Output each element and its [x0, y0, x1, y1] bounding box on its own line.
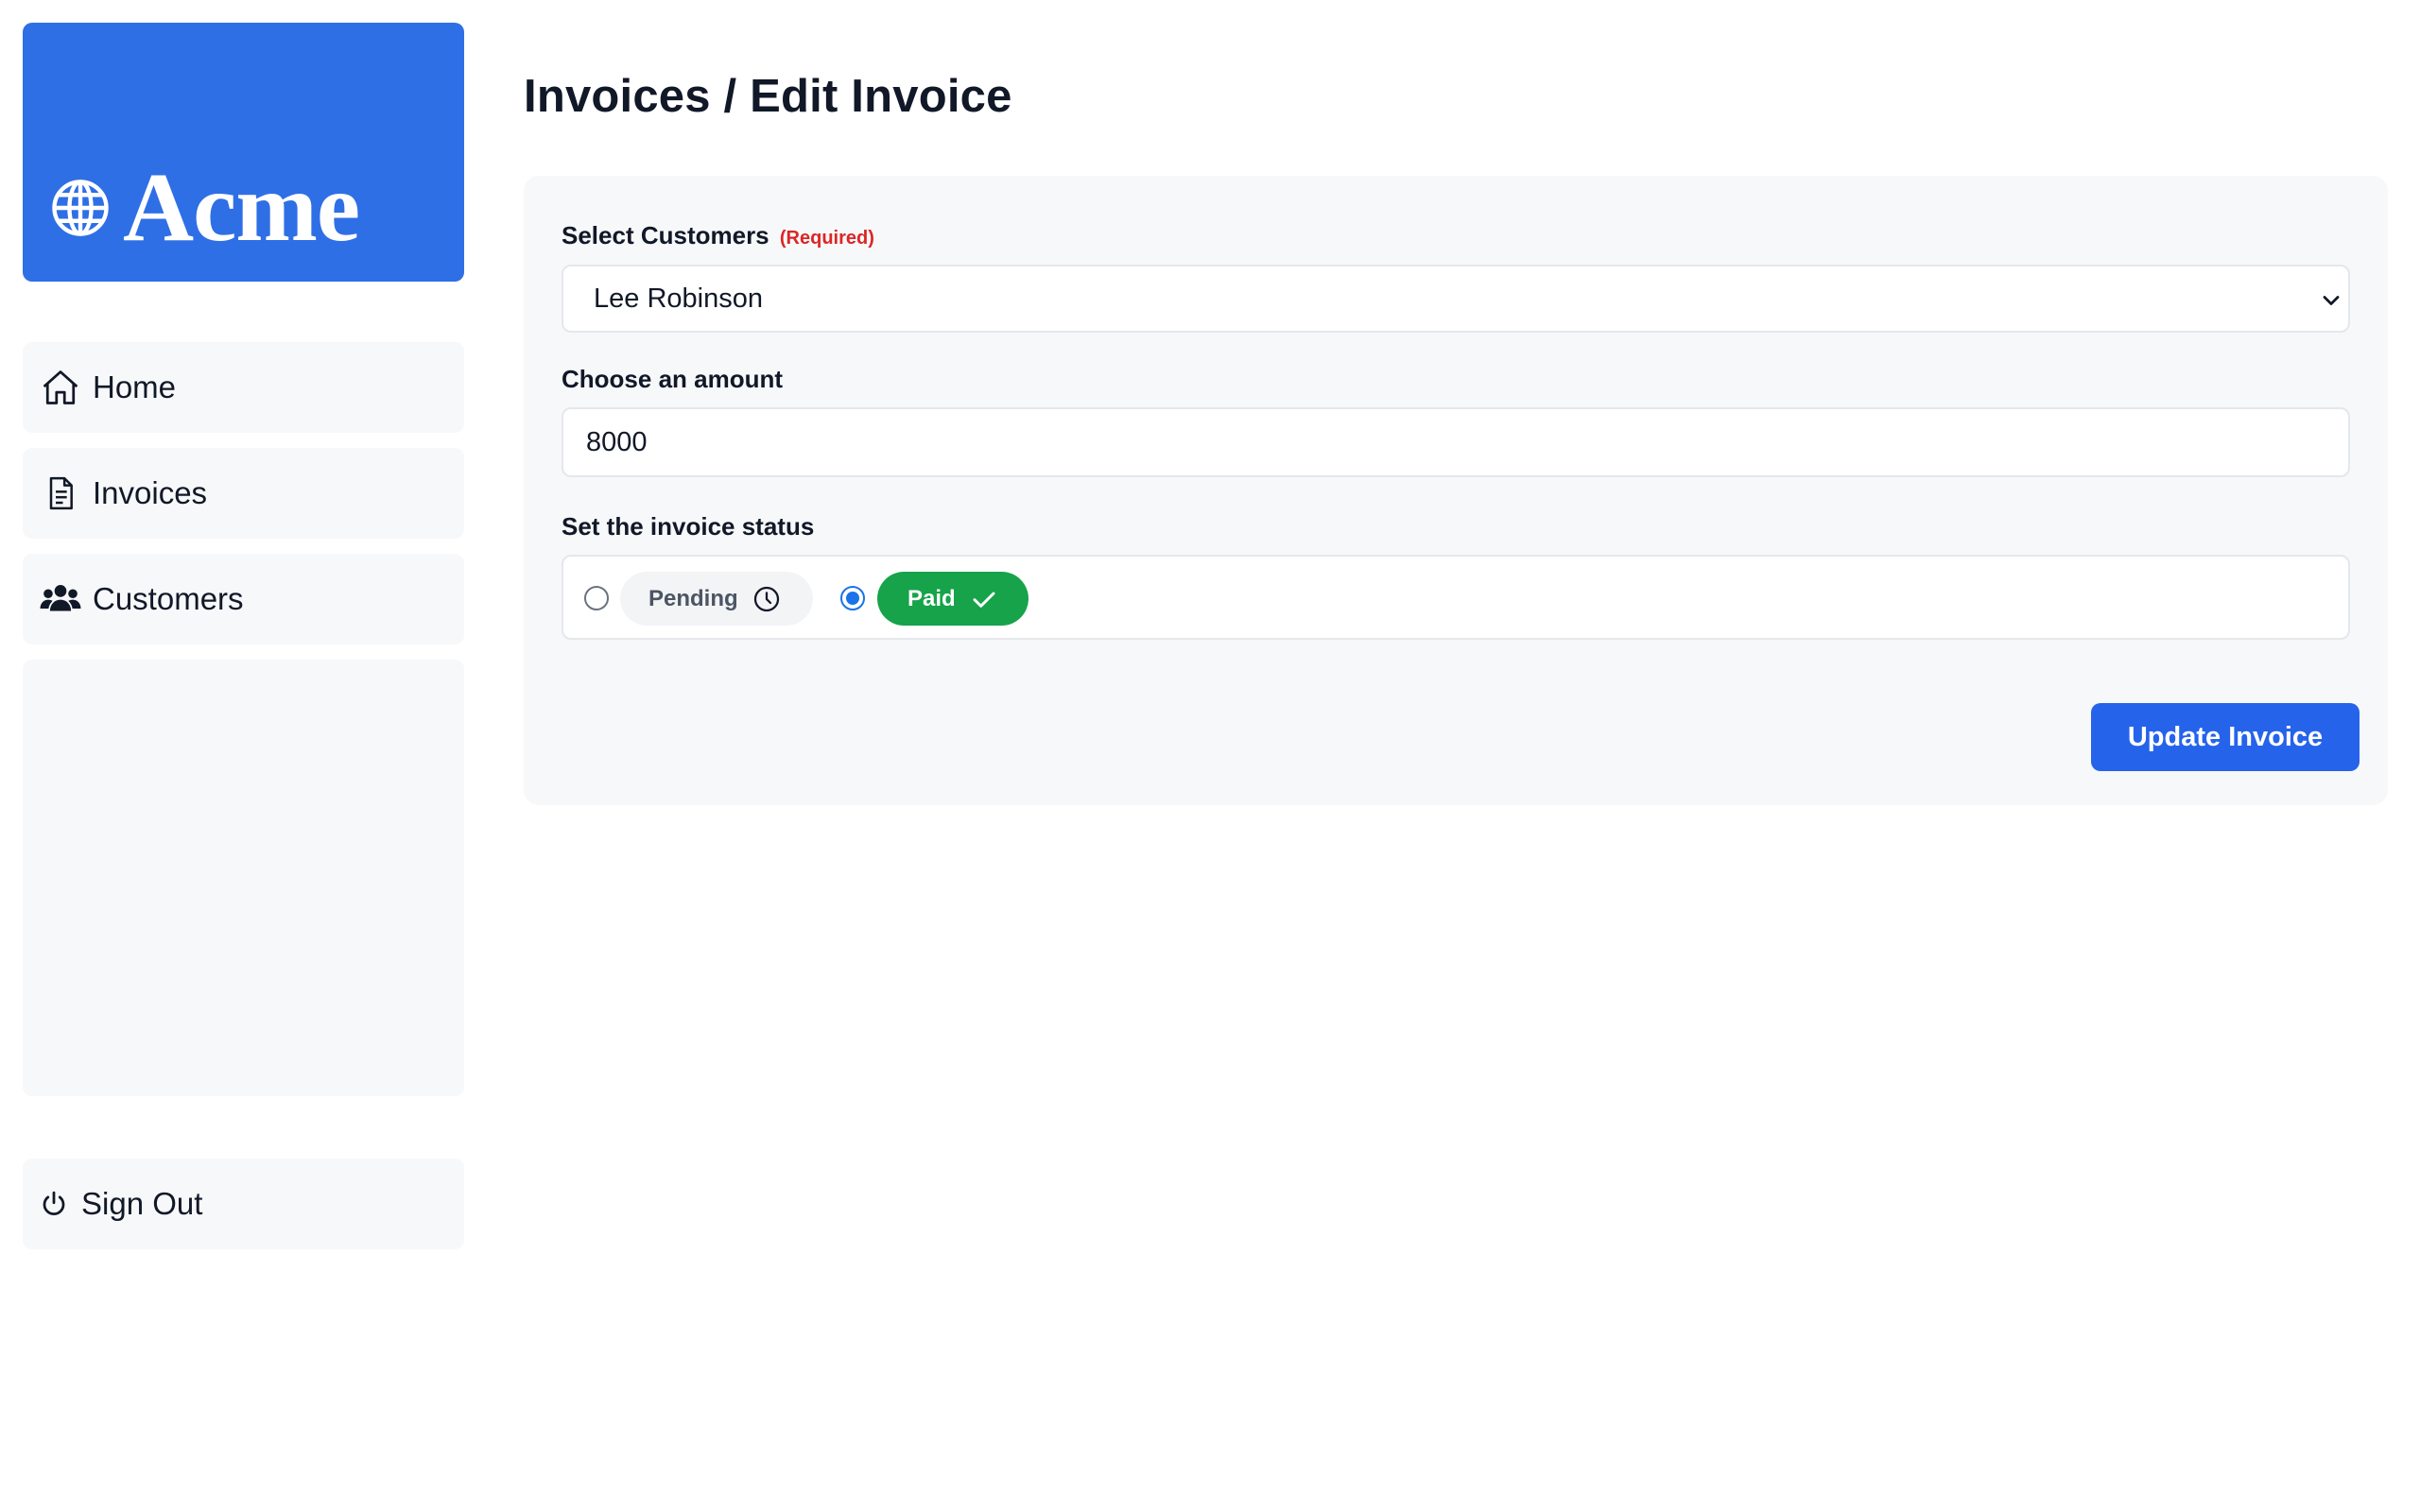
sidebar: Acme Home Invoices Customers Sign Out: [23, 23, 464, 1249]
globe-icon: [49, 177, 112, 239]
chevron-down-icon: [2318, 287, 2344, 314]
paid-status-badge[interactable]: Paid: [877, 572, 1028, 626]
paid-radio[interactable]: [840, 586, 865, 610]
amount-input[interactable]: [562, 407, 2350, 477]
sign-out-label: Sign Out: [81, 1186, 203, 1221]
required-indicator: (Required): [779, 228, 874, 249]
pending-radio[interactable]: [584, 586, 609, 610]
sidebar-item-home[interactable]: Home: [23, 342, 464, 433]
paid-label: Paid: [908, 585, 956, 611]
brand-name: Acme: [123, 153, 360, 262]
update-invoice-button[interactable]: Update Invoice: [2091, 703, 2360, 771]
sidebar-item-invoices[interactable]: Invoices: [23, 448, 464, 539]
document-icon: [38, 471, 83, 516]
customer-label-text: Select Customers: [562, 221, 769, 249]
power-icon: [38, 1181, 70, 1227]
pending-status-badge[interactable]: Pending: [620, 572, 813, 626]
home-icon: [38, 365, 83, 410]
customer-field-label: Select Customers (Required): [562, 221, 874, 250]
sidebar-item-label: Invoices: [93, 475, 208, 510]
status-radio-group: Pending Paid: [562, 555, 2350, 640]
check-icon: [969, 584, 999, 614]
sidebar-item-label: Customers: [93, 581, 244, 616]
amount-field-label: Choose an amount: [562, 365, 784, 393]
clock-icon: [752, 584, 782, 614]
sign-out-button[interactable]: Sign Out: [23, 1159, 464, 1249]
status-field-label: Set the invoice status: [562, 512, 815, 541]
customer-select[interactable]: Lee Robinson: [562, 265, 2350, 333]
pending-label: Pending: [648, 585, 738, 611]
customer-select-value: Lee Robinson: [594, 283, 763, 314]
sidebar-item-customers[interactable]: Customers: [23, 554, 464, 644]
sidebar-item-label: Home: [93, 369, 177, 404]
users-icon: [38, 576, 83, 622]
sidebar-spacer: [23, 660, 464, 1096]
brand-logo: Acme: [49, 153, 360, 262]
brand-logo-card[interactable]: Acme: [23, 23, 464, 282]
edit-invoice-form: Select Customers (Required) Lee Robinson…: [524, 176, 2388, 805]
page-title: Invoices / Edit Invoice: [524, 71, 1012, 122]
